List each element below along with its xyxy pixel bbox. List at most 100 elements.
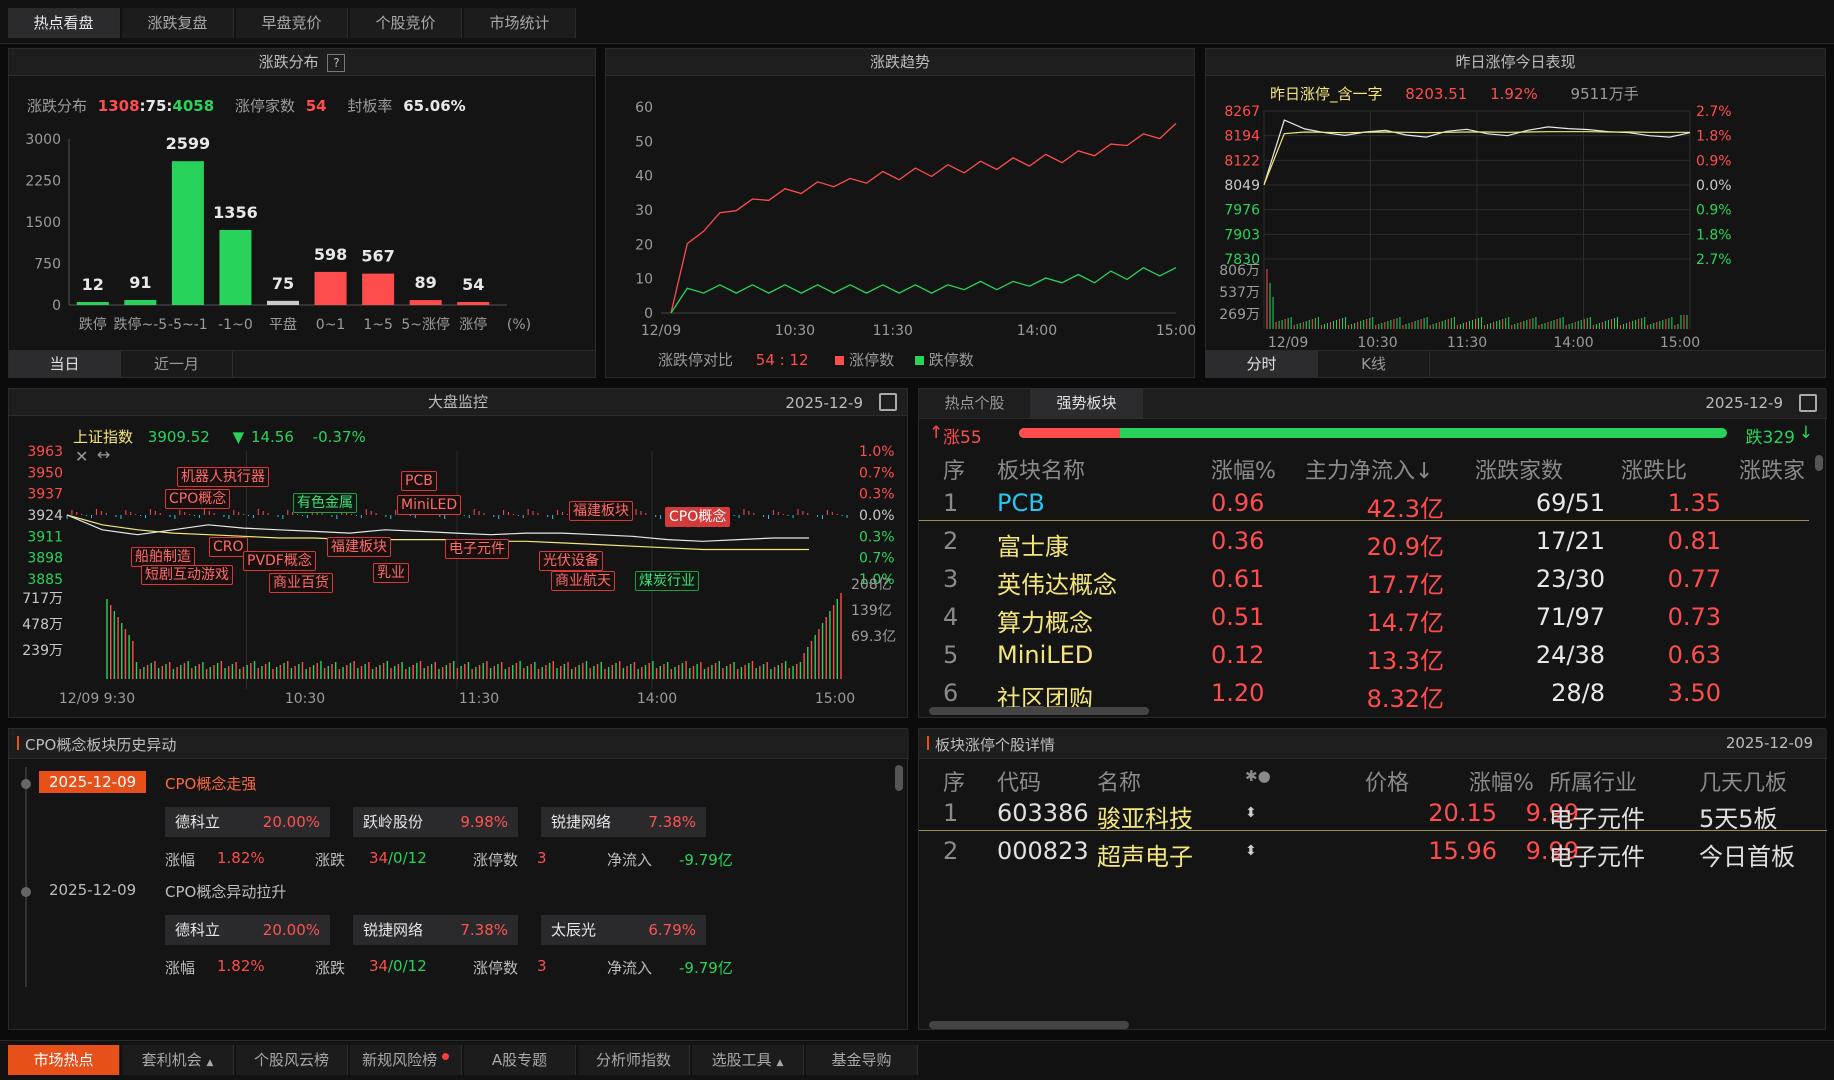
history-header: CPO概念板块历史异动: [9, 729, 909, 759]
btab-stock-tools[interactable]: 选股工具 ▲: [692, 1045, 804, 1075]
table-row[interactable]: 5 MiniLED 0.12 13.3亿 24/38 0.63: [919, 637, 1809, 675]
subtab-intraday[interactable]: 分时: [1206, 351, 1318, 377]
table-row[interactable]: 1 603386 骏亚科技 ⬍ 20.15 9.99 电子元件 5天5板: [919, 795, 1827, 833]
col-industry[interactable]: 所属行业: [1549, 765, 1637, 797]
btab-market-hot[interactable]: 市场热点: [8, 1045, 120, 1075]
btab-analyst-index[interactable]: 分析师指数: [578, 1045, 690, 1075]
y-tick-label-right: 1.0%: [859, 444, 895, 460]
tab-hot-stocks[interactable]: 热点个股: [919, 389, 1031, 418]
tab-market-stats[interactable]: 市场统计: [464, 8, 576, 38]
sectors-date: 2025-12-9: [1705, 394, 1783, 412]
table-row[interactable]: 2 富士康 0.36 20.9亿 17/21 0.81: [919, 523, 1809, 561]
x-tick-label: 15:00: [815, 691, 855, 707]
stock-pct: 9.98%: [460, 813, 508, 831]
horizontal-scrollbar[interactable]: [929, 707, 1149, 715]
col-index: 序: [943, 459, 966, 484]
sort-flag-icon[interactable]: ⬍: [1245, 843, 1257, 859]
sort-flag-icon[interactable]: ⬍: [1245, 805, 1257, 821]
row-cell: 0.36: [1211, 527, 1265, 555]
unit-label: (%): [507, 317, 531, 333]
row-cell: 69/51: [1535, 489, 1605, 517]
subtab-kline[interactable]: K线: [1318, 351, 1430, 377]
bar: [171, 161, 204, 305]
market-monitor-panel: 大盘监控 2025-12-9 上证指数 3909.52 ▼ 14.56 -0.3…: [8, 388, 908, 718]
legend-down-label: 跌停数: [928, 351, 974, 369]
y-tick-label-right: 0.3%: [859, 529, 895, 545]
x-tick-label: 10:30: [285, 691, 325, 707]
row-cell: 000823: [997, 837, 1089, 865]
table-row[interactable]: 1 PCB 0.96 42.3亿 69/51 1.35: [919, 485, 1809, 523]
col-sector-name[interactable]: 板块名称: [997, 453, 1085, 485]
btab-arbitrage[interactable]: 套利机会 ▲: [122, 1045, 234, 1075]
col-updown-count[interactable]: 涨跌家数: [1475, 453, 1563, 485]
zf-value: 1.82%: [217, 957, 265, 975]
table-row[interactable]: 3 英伟达概念 0.61 17.7亿 23/30 0.77: [919, 561, 1809, 599]
help-icon[interactable]: ?: [327, 54, 346, 72]
tab-limit-review[interactable]: 涨跌复盘: [122, 8, 234, 38]
col-index: 序: [943, 771, 966, 796]
y-tick-label: 60: [635, 100, 653, 116]
col-board-days[interactable]: 几天几板: [1699, 765, 1787, 797]
tab-hot-board[interactable]: 热点看盘: [8, 8, 120, 38]
btab-fund-guide[interactable]: 基金导购: [806, 1045, 918, 1075]
table-row[interactable]: 6 社区团购 1.20 8.32亿 28/8 3.50: [919, 675, 1809, 713]
stock-chip[interactable]: 锐捷网络 7.38%: [541, 807, 706, 837]
tab-early-bidding[interactable]: 早盘竞价: [236, 8, 348, 38]
calendar-icon[interactable]: [879, 393, 897, 411]
x-tick-label: 14:00: [637, 691, 677, 707]
stock-chip[interactable]: 跃岭股份 9.98%: [353, 807, 518, 837]
legend-down-swatch: [914, 356, 924, 365]
zt-value: 3: [537, 957, 547, 975]
btab-new-risk[interactable]: 新规风险榜: [350, 1045, 462, 1075]
col-price[interactable]: 价格: [1365, 765, 1409, 797]
stock-chip[interactable]: 锐捷网络 7.38%: [353, 915, 518, 945]
distribution-bar-chart: 3000 2250 1500 750 0 12 跌停 91 跌停~-5 2599 -5~-1 1356…: [25, 132, 531, 333]
event-title[interactable]: CPO概念走强: [165, 773, 256, 794]
subtab-today[interactable]: 当日: [9, 351, 121, 377]
y-tick-label: 2250: [25, 174, 61, 190]
subtab-month[interactable]: 近一月: [121, 351, 233, 377]
y-tick-label: 8194: [1224, 129, 1260, 145]
col-flags[interactable]: ✱●: [1245, 767, 1271, 785]
zf-value: 1.82%: [217, 849, 265, 867]
stock-chip[interactable]: 德科立 20.00%: [165, 807, 330, 837]
zf-label: 涨幅: [165, 851, 196, 869]
tab-strong-sectors[interactable]: 强势板块: [1031, 389, 1143, 418]
row-cell: 4: [943, 603, 959, 631]
table-row[interactable]: 4 算力概念 0.51 14.7亿 71/97 0.73: [919, 599, 1809, 637]
col-change[interactable]: 涨幅%: [1211, 453, 1276, 485]
y-tick-label: 8049: [1224, 178, 1260, 194]
x-tick-label: 14:00: [1017, 323, 1057, 339]
tab-stock-bidding[interactable]: 个股竞价: [350, 8, 462, 38]
col-net-inflow[interactable]: 主力净流入↓: [1305, 453, 1433, 485]
btab-a-topic[interactable]: A股专题: [464, 1045, 576, 1075]
vertical-scrollbar[interactable]: [1815, 455, 1823, 471]
distribution-summary: 涨跌分布 1308:75:4058 涨停家数 54 封板率 65.06%: [27, 95, 466, 116]
col-updown-more[interactable]: 涨跌家: [1739, 453, 1805, 485]
horizontal-scrollbar[interactable]: [929, 1021, 1129, 1029]
bar: [457, 302, 490, 305]
yesterday-title: 昨日涨停今日表现: [1206, 49, 1825, 76]
y-tick-label: 3963: [27, 444, 63, 460]
col-updown-ratio[interactable]: 涨跌比: [1621, 453, 1687, 485]
col-code[interactable]: 代码: [997, 765, 1041, 797]
col-change[interactable]: 涨幅%: [1469, 765, 1534, 797]
btab-stock-rank[interactable]: 个股风云榜: [236, 1045, 348, 1075]
zt-value: 3: [537, 849, 547, 867]
table-row[interactable]: 2 000823 超声电子 ⬍ 15.96 9.99 电子元件 今日首板: [919, 833, 1827, 871]
volume-tick-label-right: 139亿: [851, 603, 892, 619]
up-count: 1308: [97, 97, 140, 115]
vertical-scrollbar[interactable]: [895, 765, 903, 791]
volume-tick-label: 537万: [1219, 285, 1260, 301]
row-cell: 8.32亿: [1366, 685, 1444, 713]
calendar-icon[interactable]: [1799, 394, 1817, 412]
row-cell: 骏亚科技: [1097, 805, 1193, 833]
stock-chip[interactable]: 德科立 20.00%: [165, 915, 330, 945]
col-name[interactable]: 名称: [1097, 765, 1141, 797]
stock-pct: 7.38%: [648, 813, 696, 831]
stock-chip[interactable]: 太辰光 6.79%: [541, 915, 706, 945]
distribution-title: 涨跌分布: [258, 53, 319, 71]
event-title[interactable]: CPO概念异动拉升: [165, 881, 286, 902]
row-cell: 14.7亿: [1366, 609, 1444, 637]
y-tick-label-right: 0.0%: [1696, 178, 1732, 194]
